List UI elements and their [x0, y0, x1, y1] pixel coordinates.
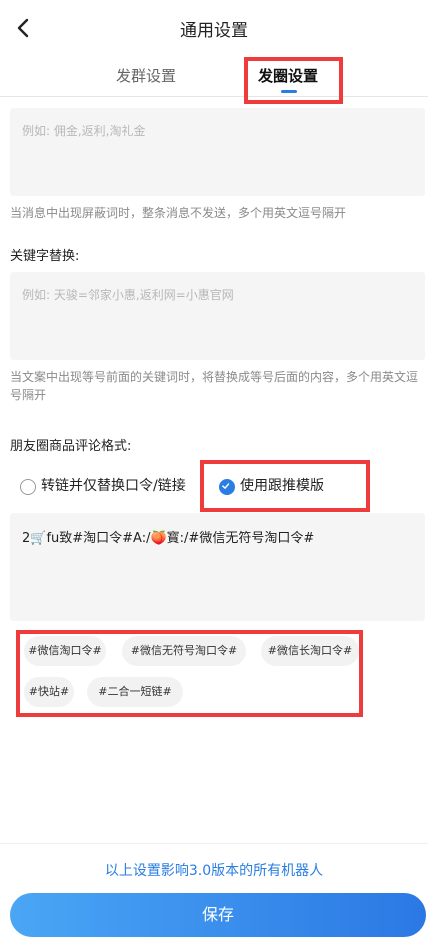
keyword-replace-label: 关键字替换:: [10, 249, 80, 264]
highlight-box-tags: [16, 630, 363, 717]
footer-note: 以上设置影响3.0版本的所有机器人: [104, 863, 324, 879]
radio-convert-link[interactable]: [20, 479, 36, 495]
template-text: 2🛒fu致#淘口令#A:/🍑寳:/#微信无符号淘口令#: [22, 531, 315, 546]
template-input[interactable]: 2🛒fu致#淘口令#A:/🍑寳:/#微信无符号淘口令#: [10, 513, 425, 621]
keyword-replace-hint: 当文案中出现等号前面的关键词时，将替换成等号后面的内容，多个用英文逗号隔开: [10, 370, 419, 402]
tab-bar: 发群设置 发圈设置: [0, 56, 428, 97]
header: 通用设置: [0, 0, 428, 56]
shield-words-hint: 当消息中出现屏蔽词时，整条消息不发送，多个用英文逗号隔开: [10, 206, 347, 220]
highlight-box-option: [200, 460, 370, 512]
highlight-box-tab: [244, 57, 343, 104]
keyword-replace-placeholder: 例如: 天骏=邻家小惠,返利网=小惠官网: [22, 288, 234, 302]
tab-group-settings[interactable]: 发群设置: [116, 65, 176, 86]
keyword-replace-input[interactable]: 例如: 天骏=邻家小惠,返利网=小惠官网: [10, 272, 425, 360]
page-title: 通用设置: [180, 21, 248, 41]
radio-convert-link-label[interactable]: 转链并仅替换口令/链接: [41, 475, 186, 495]
comment-format-label: 朋友圈商品评论格式:: [10, 439, 132, 454]
shield-words-input[interactable]: 例如: 佣金,返利,淘礼金: [10, 108, 425, 196]
divider: [0, 843, 428, 844]
save-button[interactable]: 保存: [10, 893, 426, 937]
shield-words-placeholder: 例如: 佣金,返利,淘礼金: [22, 124, 146, 138]
